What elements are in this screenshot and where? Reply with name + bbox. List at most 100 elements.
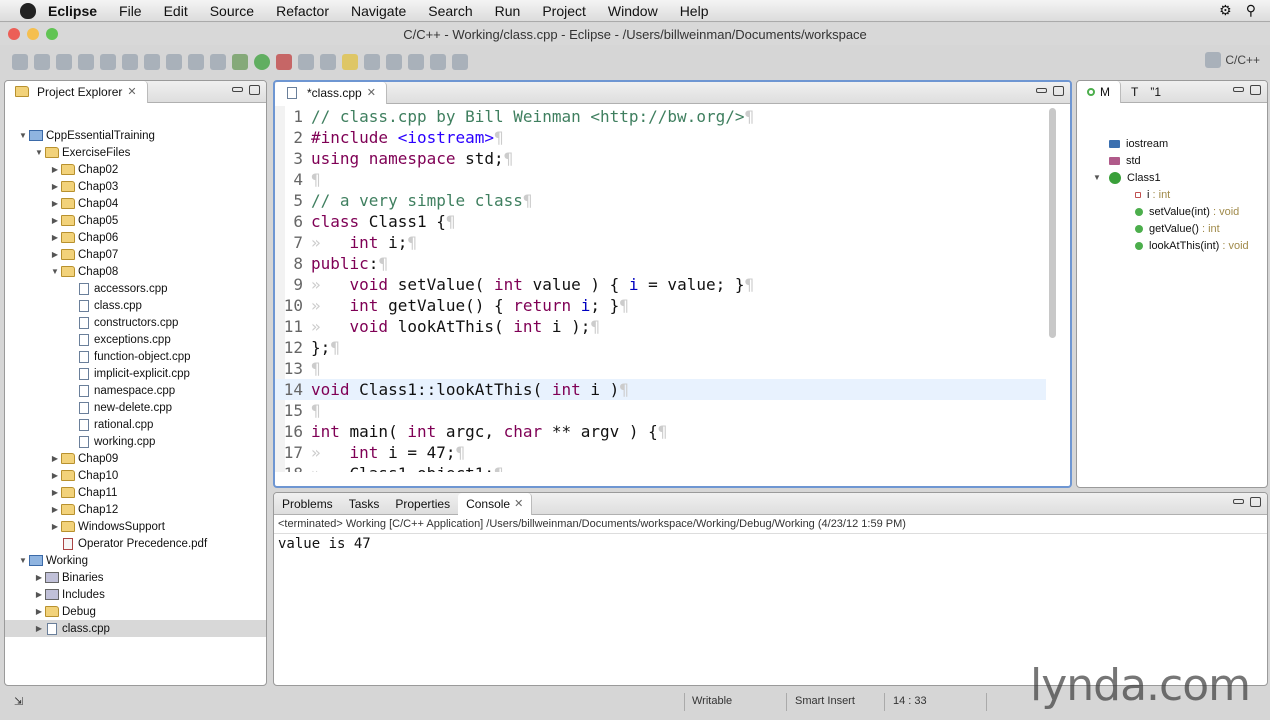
- expand-arrow-icon[interactable]: ▶: [49, 522, 61, 531]
- tree-item[interactable]: ▶ Chap04: [5, 195, 266, 212]
- maximize-icon[interactable]: [1250, 497, 1261, 507]
- tree-item[interactable]: implicit-explicit.cpp: [5, 365, 266, 382]
- tree-item[interactable]: ▶ Chap07: [5, 246, 266, 263]
- new-project-icon[interactable]: [122, 54, 138, 70]
- menu-help[interactable]: Help: [680, 3, 709, 19]
- mark-occurrences-icon[interactable]: [342, 54, 358, 70]
- code-line[interactable]: 1 // class.cpp by Bill Weinman <http://bw…: [275, 106, 1046, 127]
- minimize-icon[interactable]: [1233, 87, 1244, 92]
- outline-item[interactable]: i : int: [1077, 186, 1267, 203]
- tree-item[interactable]: ▶ Chap05: [5, 212, 266, 229]
- expand-arrow-icon[interactable]: ▶: [33, 573, 45, 582]
- next-annotation-icon[interactable]: [386, 54, 402, 70]
- outline-item[interactable]: std: [1077, 152, 1267, 169]
- minimize-icon[interactable]: [1036, 88, 1047, 93]
- expand-arrow-icon[interactable]: ▶: [49, 505, 61, 514]
- expand-arrow-icon[interactable]: ▶: [33, 607, 45, 616]
- tree-item[interactable]: namespace.cpp: [5, 382, 266, 399]
- code-editor[interactable]: 1 // class.cpp by Bill Weinman <http://bw…: [275, 106, 1046, 472]
- close-window-button[interactable]: [8, 28, 20, 40]
- tree-item[interactable]: ▼ Working: [5, 552, 266, 569]
- tree-item[interactable]: ▼ CppEssentialTraining: [5, 127, 266, 144]
- code-line[interactable]: 13 ¶: [275, 358, 1046, 379]
- menu-edit[interactable]: Edit: [164, 3, 188, 19]
- expand-arrow-icon[interactable]: ▶: [33, 624, 45, 633]
- minimize-icon[interactable]: [232, 87, 243, 92]
- tab-tasks[interactable]: Tasks: [341, 493, 388, 515]
- run-icon[interactable]: [254, 54, 270, 70]
- tree-item[interactable]: Operator Precedence.pdf: [5, 535, 266, 552]
- tree-item[interactable]: ▶ WindowsSupport: [5, 518, 266, 535]
- tree-item[interactable]: ▶ Chap10: [5, 467, 266, 484]
- build-icon[interactable]: [100, 54, 116, 70]
- external-tools-icon[interactable]: [276, 54, 292, 70]
- code-line[interactable]: 11 » void lookAtThis( int i ); ¶: [275, 316, 1046, 337]
- expand-arrow-icon[interactable]: ▶: [49, 165, 61, 174]
- previous-annotation-icon[interactable]: [408, 54, 424, 70]
- code-line[interactable]: 7 » int i; ¶: [275, 232, 1046, 253]
- new-icon[interactable]: [12, 54, 28, 70]
- code-line[interactable]: 2 #include <iostream> ¶: [275, 127, 1046, 148]
- expand-arrow-icon[interactable]: ▶: [49, 216, 61, 225]
- tree-item[interactable]: class.cpp: [5, 297, 266, 314]
- menu-window[interactable]: Window: [608, 3, 658, 19]
- tree-item[interactable]: ▶ Chap09: [5, 450, 266, 467]
- perspective-label[interactable]: C/C++: [1225, 53, 1260, 67]
- outline-item[interactable]: iostream: [1077, 135, 1267, 152]
- back-icon[interactable]: [430, 54, 446, 70]
- collapse-arrow-icon[interactable]: ▼: [17, 556, 29, 565]
- menu-refactor[interactable]: Refactor: [276, 3, 329, 19]
- bluetooth-icon[interactable]: ⚙: [1219, 2, 1232, 19]
- tab-properties[interactable]: Properties: [387, 493, 458, 515]
- tree-item[interactable]: working.cpp: [5, 433, 266, 450]
- save-all-icon[interactable]: [56, 54, 72, 70]
- code-line[interactable]: 5 // a very simple class ¶: [275, 190, 1046, 211]
- tree-item[interactable]: new-delete.cpp: [5, 399, 266, 416]
- new-class-icon[interactable]: [166, 54, 182, 70]
- save-icon[interactable]: [34, 54, 50, 70]
- menu-file[interactable]: File: [119, 3, 142, 19]
- outline-item[interactable]: ▼ Class1: [1077, 169, 1267, 186]
- tab-project-explorer[interactable]: Project Explorer ✕: [5, 81, 148, 103]
- tree-item[interactable]: accessors.cpp: [5, 280, 266, 297]
- expand-arrow-icon[interactable]: ▶: [49, 233, 61, 242]
- outline-item[interactable]: getValue() : int: [1077, 220, 1267, 237]
- tree-item[interactable]: ▼ ExerciseFiles: [5, 144, 266, 161]
- minimize-icon[interactable]: [1233, 499, 1244, 504]
- debug-icon[interactable]: [232, 54, 248, 70]
- menu-project[interactable]: Project: [542, 3, 586, 19]
- menu-navigate[interactable]: Navigate: [351, 3, 406, 19]
- code-line[interactable]: 15 ¶: [275, 400, 1046, 421]
- code-line[interactable]: 9 » void setValue( int value ) { i = valu…: [275, 274, 1046, 295]
- tree-item[interactable]: ▶ Chap06: [5, 229, 266, 246]
- outline-item[interactable]: lookAtThis(int) : void: [1077, 237, 1267, 254]
- expand-arrow-icon[interactable]: ▶: [49, 182, 61, 191]
- menu-source[interactable]: Source: [210, 3, 254, 19]
- console-output[interactable]: value is 47: [274, 534, 1267, 554]
- tree-item[interactable]: ▶ class.cpp: [5, 620, 266, 637]
- apple-menu-icon[interactable]: [20, 2, 36, 19]
- open-perspective-icon[interactable]: [1205, 52, 1222, 68]
- editor-scrollbar[interactable]: [1049, 108, 1056, 338]
- open-type-icon[interactable]: [320, 54, 336, 70]
- tab-overflow[interactable]: ”1: [1148, 81, 1163, 103]
- tab-type-hierarchy[interactable]: T: [1121, 81, 1148, 103]
- new-folder-icon[interactable]: [144, 54, 160, 70]
- tree-item[interactable]: ▶ Binaries: [5, 569, 266, 586]
- tree-item[interactable]: ▼ Chap08: [5, 263, 266, 280]
- collapse-arrow-icon[interactable]: ▼: [33, 148, 45, 157]
- print-icon[interactable]: [78, 54, 94, 70]
- expand-arrow-icon[interactable]: ▶: [49, 488, 61, 497]
- tree-item[interactable]: rational.cpp: [5, 416, 266, 433]
- maximize-icon[interactable]: [249, 85, 260, 95]
- tab-outline[interactable]: M: [1077, 81, 1121, 103]
- maximize-icon[interactable]: [1250, 85, 1261, 95]
- tab-console[interactable]: Console ✕: [458, 493, 533, 515]
- code-line[interactable]: 4 ¶: [275, 169, 1046, 190]
- minimize-window-button[interactable]: [27, 28, 39, 40]
- code-line[interactable]: 17 » int i = 47; ¶: [275, 442, 1046, 463]
- search-icon[interactable]: [298, 54, 314, 70]
- tree-item[interactable]: ▶ Chap12: [5, 501, 266, 518]
- tree-item[interactable]: ▶ Includes: [5, 586, 266, 603]
- code-line[interactable]: 10 » int getValue() { return i; } ¶: [275, 295, 1046, 316]
